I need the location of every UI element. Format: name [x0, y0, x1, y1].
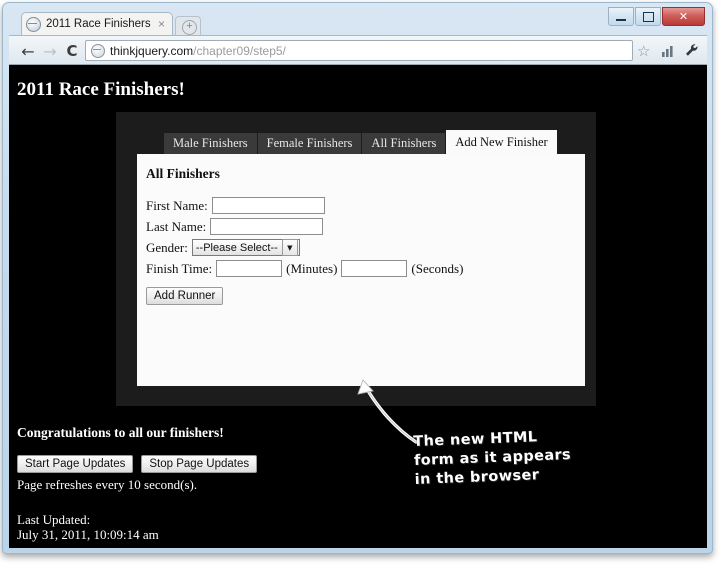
- first-name-label: First Name:: [146, 197, 208, 213]
- tab-content-panel: All Finishers First Name: Last Name: Gen…: [137, 154, 585, 386]
- add-runner-button[interactable]: Add Runner: [146, 287, 224, 305]
- first-name-input[interactable]: [211, 197, 325, 214]
- bookmark-star-icon[interactable]: ☆: [637, 42, 650, 60]
- seconds-unit-label: (Seconds): [411, 260, 464, 276]
- finish-time-label: Finish Time:: [146, 260, 213, 276]
- add-finisher-form: First Name: Last Name: Gender: --Please …: [146, 195, 467, 279]
- address-bar-host: thinkjquery.com: [110, 43, 194, 58]
- minimize-button[interactable]: [608, 7, 634, 26]
- close-window-button[interactable]: ✕: [662, 7, 705, 26]
- tab-male-finishers[interactable]: Male Finishers: [164, 133, 258, 154]
- address-bar-path: /chapter09/step5/: [193, 43, 286, 58]
- reload-icon[interactable]: C: [62, 41, 82, 61]
- wrench-icon[interactable]: [683, 42, 701, 60]
- plus-icon: +: [182, 20, 197, 35]
- minimize-icon: [609, 8, 633, 25]
- start-page-updates-button[interactable]: Start Page Updates: [17, 455, 134, 473]
- gender-selected-value: --Please Select--: [195, 241, 278, 254]
- finishers-panel: Male Finishers Female Finishers All Fini…: [116, 112, 596, 406]
- gender-label: Gender:: [146, 239, 188, 255]
- tab-all-finishers[interactable]: All Finishers: [362, 133, 447, 154]
- minutes-unit-label: (Minutes): [286, 260, 338, 276]
- tab-add-new-finisher[interactable]: Add New Finisher: [446, 130, 557, 154]
- globe-icon: [26, 16, 41, 32]
- window-controls: ✕: [607, 7, 705, 26]
- annotation-text: The new HTML form as it appears in the b…: [413, 427, 572, 490]
- gender-select[interactable]: --Please Select-- ▼: [191, 239, 300, 256]
- back-icon[interactable]: ←: [18, 41, 38, 61]
- chevron-down-icon: ▼: [281, 239, 298, 256]
- first-name-row: First Name:: [146, 195, 467, 216]
- page-title: 2011 Race Finishers!: [17, 79, 185, 100]
- maximize-icon: [636, 8, 660, 25]
- stats-icon[interactable]: [659, 42, 677, 60]
- page-viewport: 2011 Race Finishers! Male Finishers Fema…: [9, 65, 707, 548]
- last-updated-value: July 31, 2011, 10:09:14 am: [17, 527, 159, 542]
- address-bar-text: thinkjquery.com/chapter09/step5/: [110, 44, 286, 58]
- close-window-icon: ✕: [678, 10, 689, 23]
- finish-seconds-input[interactable]: [341, 260, 408, 277]
- finish-time-row: Finish Time: (Minutes) (Seconds): [146, 258, 467, 279]
- browser-window-frame: 2011 Race Finishers × + ✕ ← → C thinkjqu…: [2, 2, 713, 554]
- page-tabs: Male Finishers Female Finishers All Fini…: [164, 130, 557, 154]
- address-bar[interactable]: thinkjquery.com/chapter09/step5/: [85, 40, 633, 61]
- finish-minutes-input[interactable]: [216, 260, 283, 277]
- last-updated-block: Last Updated: July 31, 2011, 10:09:14 am: [17, 512, 617, 542]
- browser-window-inner: 2011 Race Finishers × + ✕ ← → C thinkjqu…: [9, 6, 707, 550]
- site-globe-icon: [91, 43, 105, 58]
- panel-heading: All Finishers: [146, 166, 220, 181]
- last-updated-label: Last Updated:: [17, 512, 91, 527]
- forward-icon[interactable]: →: [40, 41, 60, 61]
- last-name-label: Last Name:: [146, 218, 207, 234]
- browser-tab[interactable]: 2011 Race Finishers ×: [21, 12, 173, 35]
- gender-row: Gender: --Please Select-- ▼: [146, 237, 467, 258]
- tab-female-finishers[interactable]: Female Finishers: [257, 133, 363, 154]
- browser-toolbar: ← → C thinkjquery.com/chapter09/step5/ ☆: [9, 35, 707, 65]
- new-tab-button[interactable]: +: [175, 16, 201, 35]
- close-icon[interactable]: ×: [155, 18, 168, 31]
- browser-tabstrip: 2011 Race Finishers × + ✕: [9, 6, 707, 35]
- last-name-input[interactable]: [210, 218, 324, 235]
- stop-page-updates-button[interactable]: Stop Page Updates: [141, 455, 258, 473]
- browser-tab-title: 2011 Race Finishers: [46, 18, 151, 30]
- maximize-button[interactable]: [635, 7, 661, 26]
- last-name-row: Last Name:: [146, 216, 467, 237]
- screenshot-root: 2011 Race Finishers × + ✕ ← → C thinkjqu…: [0, 0, 721, 566]
